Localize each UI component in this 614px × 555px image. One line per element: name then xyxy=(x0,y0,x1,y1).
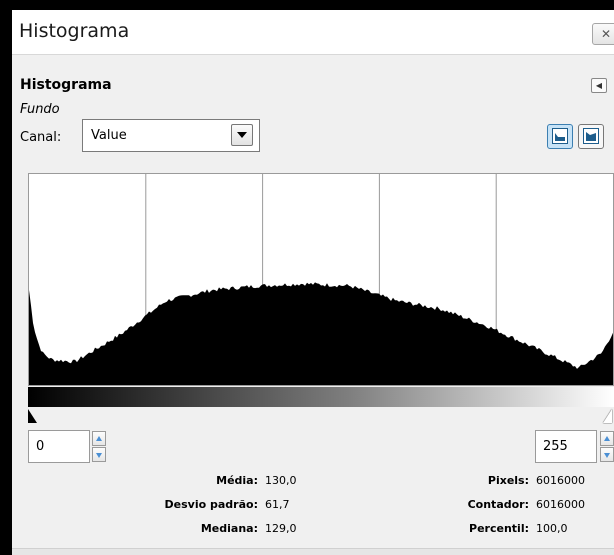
logarithmic-histogram-button[interactable] xyxy=(578,124,604,149)
range-end-input[interactable]: 255 xyxy=(535,430,597,463)
title-bar: Histograma ✕ xyxy=(12,10,614,55)
std-dev-label: Desvio padrão: xyxy=(164,498,258,511)
value-gradient-bar xyxy=(28,387,614,407)
histogram-chart xyxy=(29,174,613,385)
pixels-label: Pixels: xyxy=(487,474,529,487)
count-value: 6016000 xyxy=(536,498,585,511)
channel-select-value: Value xyxy=(91,128,127,143)
median-label: Mediana: xyxy=(200,522,258,535)
count-label: Contador: xyxy=(467,498,529,511)
window-title: Histograma xyxy=(19,20,130,42)
tab-menu-icon[interactable]: ◀ xyxy=(591,78,607,93)
channel-label: Canal: xyxy=(20,130,62,145)
percentile-value: 100,0 xyxy=(536,522,568,535)
histogram-dialog: Histograma ✕ Histograma ◀ Fundo Canal: V… xyxy=(12,10,614,555)
range-start-handle[interactable] xyxy=(28,409,37,423)
range-start-stepper[interactable] xyxy=(92,430,106,463)
linear-histogram-button[interactable] xyxy=(547,124,573,149)
decrement-icon[interactable] xyxy=(600,447,614,462)
layer-name: Fundo xyxy=(20,102,60,117)
range-start-input[interactable]: 0 xyxy=(28,430,90,463)
histogram-view[interactable] xyxy=(28,173,614,386)
range-start-value: 0 xyxy=(36,439,45,454)
channel-select[interactable]: Value xyxy=(82,119,260,152)
increment-icon[interactable] xyxy=(92,431,106,446)
mean-label: Média: xyxy=(216,474,258,487)
bottom-strip xyxy=(12,548,614,555)
close-icon[interactable]: ✕ xyxy=(592,23,614,45)
range-end-handle[interactable] xyxy=(603,409,612,423)
chevron-down-icon[interactable] xyxy=(231,124,253,146)
percentile-label: Percentil: xyxy=(469,522,529,535)
mean-value: 130,0 xyxy=(265,474,297,487)
linear-histogram-icon xyxy=(552,128,568,144)
range-end-stepper[interactable] xyxy=(600,430,614,463)
logarithmic-histogram-icon xyxy=(583,128,599,144)
histogram-area xyxy=(29,282,613,385)
pixels-value: 6016000 xyxy=(536,474,585,487)
range-end-value: 255 xyxy=(543,439,568,454)
dock-heading: Histograma xyxy=(20,77,112,93)
decrement-icon[interactable] xyxy=(92,447,106,462)
median-value: 129,0 xyxy=(265,522,297,535)
std-dev-value: 61,7 xyxy=(265,498,290,511)
increment-icon[interactable] xyxy=(600,431,614,446)
